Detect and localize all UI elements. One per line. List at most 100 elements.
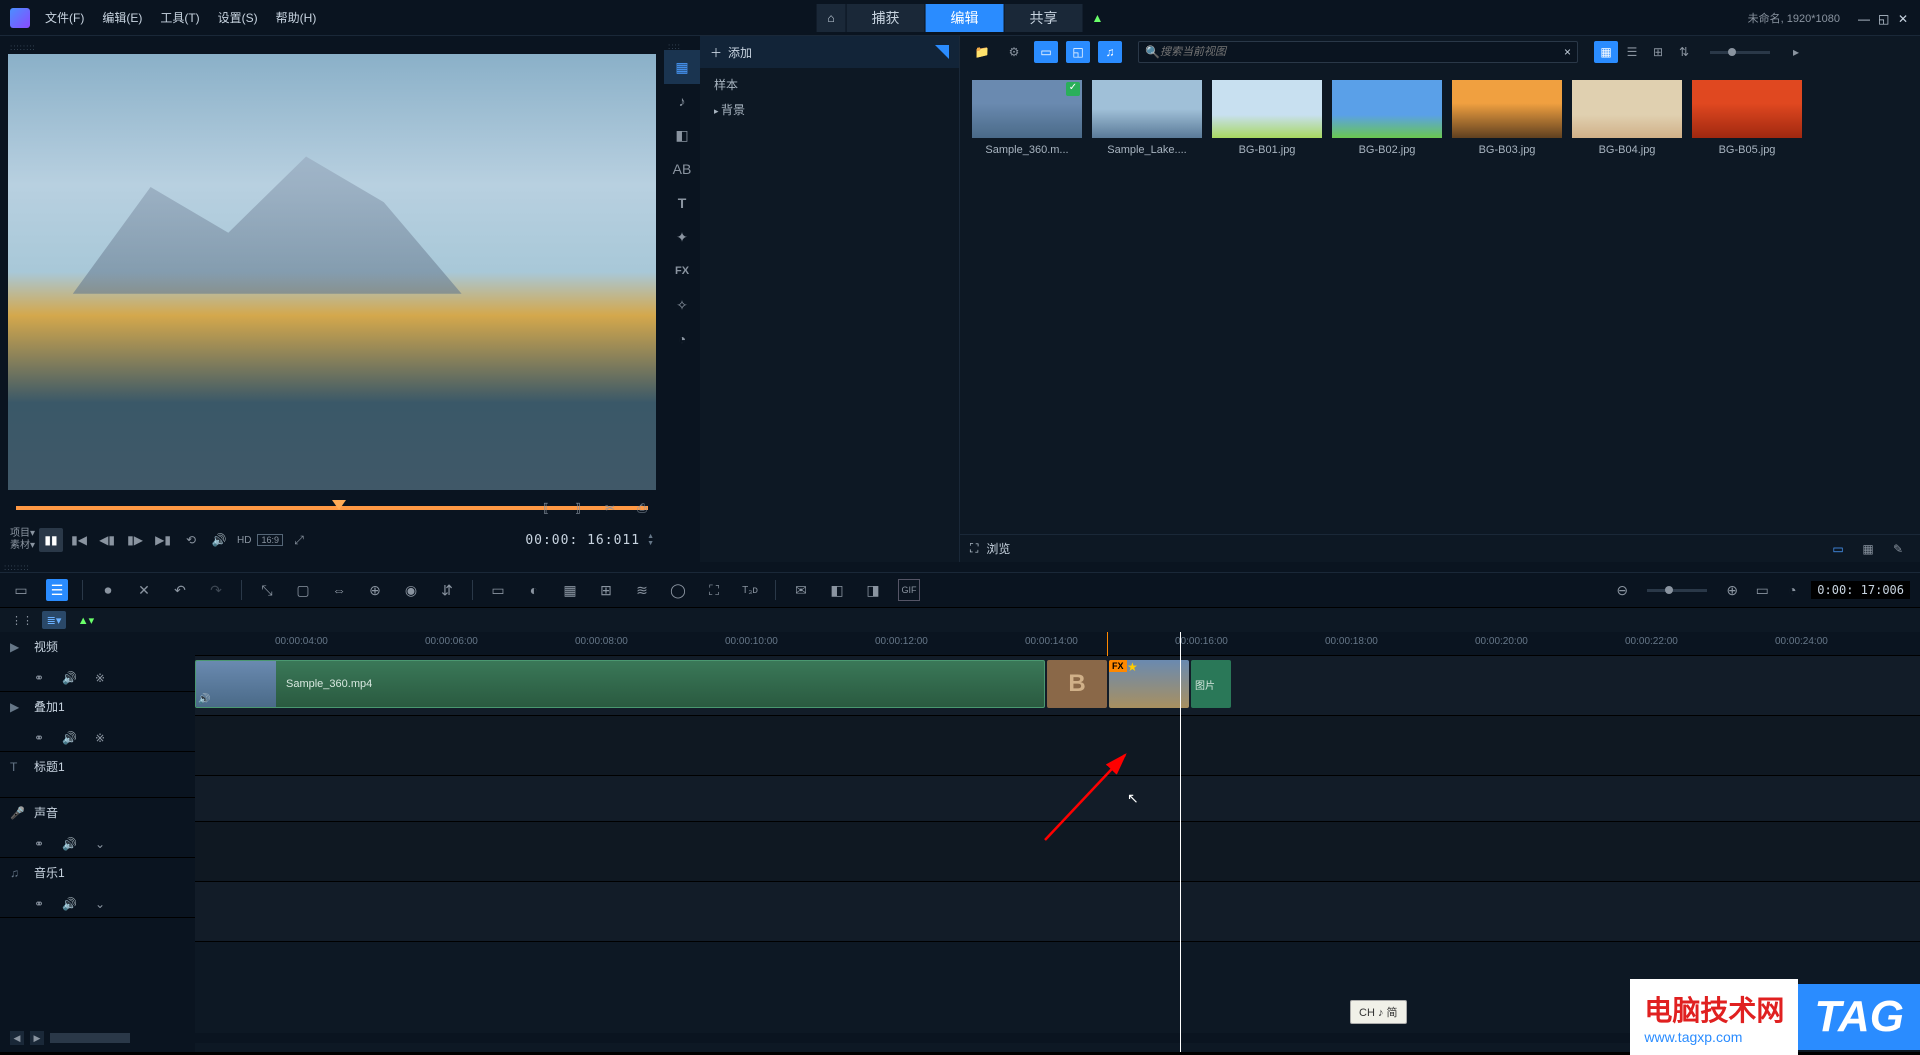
clip-tail[interactable]: 图片 [1191, 660, 1231, 708]
storyboard-view-icon[interactable]: ▭ [10, 579, 32, 601]
mode-edit[interactable]: 编辑 [926, 4, 1005, 32]
home-button[interactable]: ⌂ [817, 4, 847, 32]
tool-15-icon[interactable]: ◧ [826, 579, 848, 601]
split-icon[interactable]: ✂ [598, 496, 622, 520]
timeline-view-icon[interactable]: ☰ [46, 579, 68, 601]
snapshot-icon[interactable]: ⎙ [630, 496, 654, 520]
search-input[interactable] [1160, 46, 1564, 58]
tool-16-icon[interactable]: ◨ [862, 579, 884, 601]
track-header-music[interactable]: ♫音乐1 ⚭🔊⌄ [0, 858, 195, 918]
footer-btn1-icon[interactable]: ▭ [1826, 538, 1850, 560]
menu-tools[interactable]: 工具(T) [160, 9, 199, 26]
resize-button[interactable]: ⤢ [287, 528, 311, 552]
track-music[interactable] [195, 882, 1920, 942]
import-folder-icon[interactable]: 📁 [970, 41, 994, 63]
fx-tab-icon[interactable]: FX [664, 254, 700, 288]
graphics-tab-icon[interactable]: ✦ [664, 220, 700, 254]
mute-icon[interactable]: 🔊 [62, 671, 77, 685]
library-item[interactable]: BG-B02.jpg [1332, 80, 1442, 522]
prev-frame-button[interactable]: ◀▮ [95, 528, 119, 552]
scroll-thumb[interactable] [50, 1033, 130, 1043]
drag-handle[interactable]: :::: [664, 42, 700, 50]
volume-button[interactable]: 🔊 [207, 528, 231, 552]
audio-tab-icon[interactable]: ♪ [664, 84, 700, 118]
library-item[interactable]: BG-B01.jpg [1212, 80, 1322, 522]
expand-icon[interactable]: ⌄ [95, 837, 105, 851]
filter-photo-icon[interactable]: ◱ [1066, 41, 1090, 63]
clip-image[interactable]: FX ★ [1109, 660, 1189, 708]
tool-3d-icon[interactable]: T₃ᴅ [739, 579, 761, 601]
zoom-slider[interactable] [1647, 589, 1707, 592]
library-item[interactable]: BG-B05.jpg [1692, 80, 1802, 522]
track-header-title[interactable]: T标题1 [0, 752, 195, 798]
search-box[interactable]: 🔍 × [1138, 41, 1578, 63]
footer-btn2-icon[interactable]: ▦ [1856, 538, 1880, 560]
track-title[interactable] [195, 776, 1920, 822]
link-icon[interactable]: ⚭ [34, 837, 44, 851]
link-icon[interactable]: ⚭ [34, 671, 44, 685]
track-overlay[interactable] [195, 716, 1920, 776]
tool-3-icon[interactable]: ⇔ [328, 579, 350, 601]
filter-audio-icon[interactable]: ♫ [1098, 41, 1122, 63]
sort-icon[interactable]: ⇅ [1672, 41, 1696, 63]
tool-11-icon[interactable]: ≋ [631, 579, 653, 601]
transitions-tab-icon[interactable]: AB [664, 152, 700, 186]
tree-sample[interactable]: 样本 [700, 68, 959, 97]
hd-badge[interactable]: HD [235, 535, 253, 546]
track-header-overlay[interactable]: ▶叠加1 ⚭🔊※ [0, 692, 195, 752]
preview-timecode[interactable]: 00:00: 16:011 [525, 533, 640, 548]
tool-5-icon[interactable]: ◉ [400, 579, 422, 601]
preview-scrubber[interactable]: ⟦ ⟧ ✂ ⎙ [6, 496, 658, 520]
view-grid-icon[interactable]: ⊞ [1646, 41, 1670, 63]
mark-out-icon[interactable]: ⟧ [566, 496, 590, 520]
tool-2-icon[interactable]: ▢ [292, 579, 314, 601]
scrub-marker[interactable] [1107, 632, 1108, 656]
collapse-icon[interactable]: ▸ [1784, 41, 1808, 63]
loop-button[interactable]: ⟲ [179, 528, 203, 552]
library-item[interactable]: BG-B03.jpg [1452, 80, 1562, 522]
filter-video-icon[interactable]: ▭ [1034, 41, 1058, 63]
undo-button[interactable]: ↶ [169, 579, 191, 601]
tool-9-icon[interactable]: ▦ [559, 579, 581, 601]
footer-btn3-icon[interactable]: ✎ [1886, 538, 1910, 560]
mark-in-icon[interactable]: ⟦ [534, 496, 558, 520]
favorite-flag-icon[interactable] [935, 45, 949, 59]
browse-label[interactable]: 浏览 [986, 540, 1010, 557]
link-icon[interactable]: ⚭ [34, 897, 44, 911]
mute-icon[interactable]: 🔊 [62, 897, 77, 911]
scroll-left-icon[interactable]: ◀ [10, 1031, 24, 1045]
track-video[interactable]: Sample_360.mp4 🔊 B FX ★ 图片 [195, 656, 1920, 716]
clear-search-icon[interactable]: × [1564, 45, 1571, 59]
mode-share[interactable]: 共享 [1005, 4, 1084, 32]
expand-icon[interactable]: ⛶ [970, 541, 978, 556]
add-button[interactable]: ＋ 添加 [710, 44, 752, 61]
drag-handle[interactable]: :::::::: [6, 42, 658, 52]
playhead[interactable] [1180, 632, 1181, 1052]
record-icon[interactable]: ⏺ [97, 579, 119, 601]
settings-gear-icon[interactable]: ⚙ [1002, 41, 1026, 63]
preview-viewport[interactable] [8, 54, 656, 490]
tool-10-icon[interactable]: ⊞ [595, 579, 617, 601]
timeline-ruler[interactable]: 00:00:04:00 00:00:06:00 00:00:08:00 00:0… [195, 632, 1920, 656]
tool-12-icon[interactable]: ◯ [667, 579, 689, 601]
track-voice[interactable] [195, 822, 1920, 882]
tool-4-icon[interactable]: ⊕ [364, 579, 386, 601]
sub-btn-3[interactable]: ▲▾ [74, 611, 98, 629]
library-item[interactable]: Sample_Lake.... [1092, 80, 1202, 522]
tool-7-icon[interactable]: ▭ [487, 579, 509, 601]
sub-btn-2[interactable]: ≣▾ [42, 611, 66, 629]
play-button[interactable]: ▮▮ [39, 528, 63, 552]
menu-help[interactable]: 帮助(H) [276, 9, 317, 26]
lock-icon[interactable]: ※ [95, 671, 105, 685]
tree-background[interactable]: 背景 [700, 97, 959, 122]
zoom-in-icon[interactable]: ⊕ [1721, 579, 1743, 601]
track-header-video[interactable]: ▶视频 ⚭🔊※ [0, 632, 195, 692]
next-frame-button[interactable]: ▮▶ [123, 528, 147, 552]
media-tab-icon[interactable]: ▦ [664, 50, 700, 84]
mode-capture[interactable]: 捕获 [847, 4, 926, 32]
library-item[interactable]: Sample_360.m... [972, 80, 1082, 522]
tool-gif-icon[interactable]: GIF [898, 579, 920, 601]
zoom-out-icon[interactable]: ⊖ [1611, 579, 1633, 601]
expand-icon[interactable]: ⌄ [95, 897, 105, 911]
redo-button[interactable]: ↷ [205, 579, 227, 601]
